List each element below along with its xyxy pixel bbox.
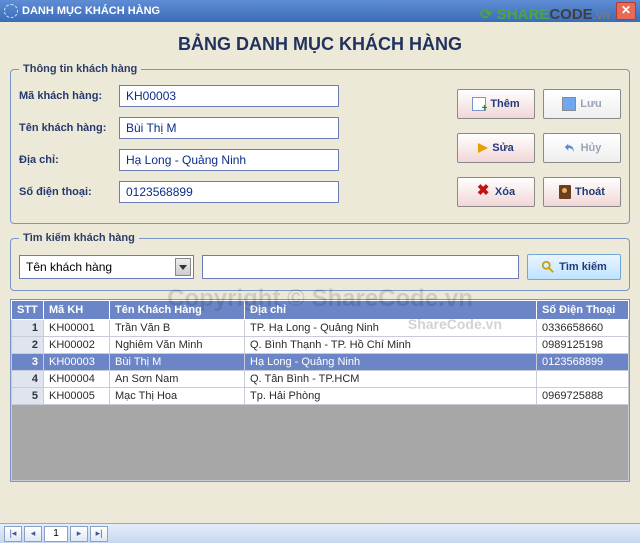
edit-icon <box>478 143 488 153</box>
cell-ten[interactable]: An Sơn Nam <box>110 371 245 388</box>
customer-id-input[interactable] <box>119 85 339 107</box>
phone-input[interactable] <box>119 181 339 203</box>
cell-sdt[interactable]: 0969725888 <box>537 388 629 405</box>
search-icon <box>541 260 555 274</box>
customer-table: STT Mã KH Tên Khách Hàng Địa chỉ Số Điện… <box>10 299 630 482</box>
cell-makh[interactable]: KH00002 <box>44 337 110 354</box>
add-button[interactable]: Thêm <box>457 89 535 119</box>
save-icon <box>562 97 576 111</box>
brand-logo: ⟳ SHARECODE.vn <box>480 5 610 23</box>
page-number-input[interactable] <box>44 526 68 542</box>
th-ten[interactable]: Tên Khách Hàng <box>110 301 245 320</box>
label-customer-id: Mã khách hàng: <box>19 90 119 102</box>
door-icon <box>559 185 571 199</box>
cell-stt[interactable]: 2 <box>12 337 44 354</box>
delete-button[interactable]: ✖ Xóa <box>457 177 535 207</box>
cell-diachi[interactable]: Hạ Long - Quảng Ninh <box>245 354 537 371</box>
exit-button[interactable]: Thoát <box>543 177 621 207</box>
cell-makh[interactable]: KH00005 <box>44 388 110 405</box>
add-icon <box>472 97 486 111</box>
cell-stt[interactable]: 5 <box>12 388 44 405</box>
cell-diachi[interactable]: TP. Hạ Long - Quảng Ninh <box>245 320 537 337</box>
table-blank-area <box>12 405 629 481</box>
table-row[interactable]: 3KH00003Bùi Thị MHạ Long - Quảng Ninh012… <box>12 354 629 371</box>
customer-name-input[interactable] <box>119 117 339 139</box>
search-legend: Tìm kiếm khách hàng <box>19 232 139 244</box>
table-header-row: STT Mã KH Tên Khách Hàng Địa chỉ Số Điện… <box>12 301 629 320</box>
nav-first-button[interactable]: |◂ <box>4 526 22 542</box>
cell-sdt[interactable]: 0989125198 <box>537 337 629 354</box>
cell-sdt[interactable]: 0336658660 <box>537 320 629 337</box>
cell-diachi[interactable]: Tp. Hải Phòng <box>245 388 537 405</box>
customer-info-group: Thông tin khách hàng Mã khách hàng: Tên … <box>10 63 630 224</box>
th-diachi[interactable]: Địa chỉ <box>245 301 537 320</box>
nav-next-button[interactable]: ▸ <box>70 526 88 542</box>
window-title: DANH MỤC KHÁCH HÀNG <box>22 5 160 17</box>
statusbar: |◂ ◂ ▸ ▸| <box>0 523 640 543</box>
th-sdt[interactable]: Số Điện Thoại <box>537 301 629 320</box>
search-field-combo[interactable]: Tên khách hàng <box>19 255 194 279</box>
table-row[interactable]: 2KH00002Nghiêm Văn MinhQ. Bình Thạnh - T… <box>12 337 629 354</box>
search-button[interactable]: Tìm kiếm <box>527 254 621 280</box>
cell-ten[interactable]: Nghiêm Văn Minh <box>110 337 245 354</box>
combo-selected-value: Tên khách hàng <box>26 260 112 274</box>
search-group: Tìm kiếm khách hàng Tên khách hàng Tìm k… <box>10 232 630 291</box>
table-row[interactable]: 5KH00005Mạc Thị HoaTp. Hải Phòng09697258… <box>12 388 629 405</box>
nav-prev-button[interactable]: ◂ <box>24 526 42 542</box>
save-button[interactable]: Lưu <box>543 89 621 119</box>
address-input[interactable] <box>119 149 339 171</box>
cell-makh[interactable]: KH00004 <box>44 371 110 388</box>
cell-sdt[interactable] <box>537 371 629 388</box>
logo-swirl-icon: ⟳ <box>480 6 493 23</box>
cell-ten[interactable]: Bùi Thị M <box>110 354 245 371</box>
undo-icon <box>563 141 577 155</box>
chevron-down-icon <box>175 258 191 276</box>
label-address: Địa chỉ: <box>19 154 119 166</box>
delete-icon: ✖ <box>477 185 491 199</box>
th-stt[interactable]: STT <box>12 301 44 320</box>
cell-stt[interactable]: 1 <box>12 320 44 337</box>
label-customer-name: Tên khách hàng: <box>19 122 119 134</box>
customer-info-legend: Thông tin khách hàng <box>19 63 141 75</box>
cell-stt[interactable]: 3 <box>12 354 44 371</box>
cell-ten[interactable]: Trần Văn B <box>110 320 245 337</box>
cell-makh[interactable]: KH00001 <box>44 320 110 337</box>
table-row[interactable]: 1KH00001Trần Văn BTP. Hạ Long - Quảng Ni… <box>12 320 629 337</box>
label-phone: Số điện thoại: <box>19 186 119 198</box>
page-title: BẢNG DANH MỤC KHÁCH HÀNG <box>10 34 630 55</box>
cell-diachi[interactable]: Q. Tân Bình - TP.HCM <box>245 371 537 388</box>
table-row[interactable]: 4KH00004An Sơn NamQ. Tân Bình - TP.HCM <box>12 371 629 388</box>
nav-last-button[interactable]: ▸| <box>90 526 108 542</box>
cell-sdt[interactable]: 0123568899 <box>537 354 629 371</box>
search-input[interactable] <box>202 255 519 279</box>
th-makh[interactable]: Mã KH <box>44 301 110 320</box>
cell-diachi[interactable]: Q. Bình Thạnh - TP. Hồ Chí Minh <box>245 337 537 354</box>
cancel-button[interactable]: Hủy <box>543 133 621 163</box>
gear-icon <box>4 4 18 18</box>
edit-button[interactable]: Sửa <box>457 133 535 163</box>
cell-stt[interactable]: 4 <box>12 371 44 388</box>
close-button[interactable]: ✕ <box>616 2 636 20</box>
cell-ten[interactable]: Mạc Thị Hoa <box>110 388 245 405</box>
cell-makh[interactable]: KH00003 <box>44 354 110 371</box>
